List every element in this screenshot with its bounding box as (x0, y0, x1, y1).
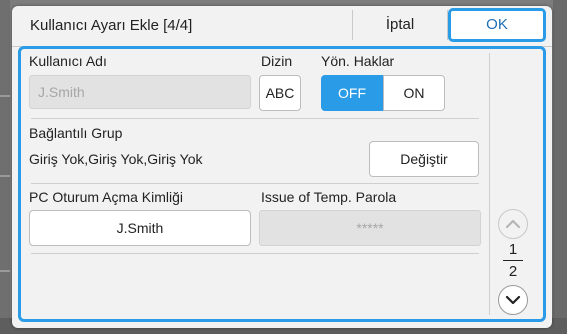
scroll-up-button[interactable] (498, 209, 528, 239)
background-marker (0, 175, 10, 177)
background-marker (0, 270, 10, 272)
chevron-down-icon (505, 295, 521, 305)
admin-rights-label: Yön. Haklar (321, 53, 395, 69)
section-divider (31, 183, 479, 184)
total-page-number: 2 (508, 263, 518, 280)
background-panel-right (553, 0, 567, 334)
temp-password-value: ***** (356, 220, 384, 236)
dialog-title-bar: Kullanıcı Ayarı Ekle [4/4] İptal OK (12, 6, 552, 47)
scroll-column-separator (489, 53, 490, 315)
dialog-title: Kullanıcı Ayarı Ekle [4/4] (30, 17, 193, 34)
user-name-label: Kullanıcı Adı (29, 53, 107, 69)
add-user-dialog: Kullanıcı Ayarı Ekle [4/4] İptal OK Kull… (12, 6, 552, 328)
pc-login-id-button[interactable]: J.Smith (29, 210, 251, 246)
settings-panel: Kullanıcı Adı J.Smith Dizin ABC Yön. Hak… (18, 46, 546, 322)
user-name-placeholder: J.Smith (38, 84, 85, 100)
admin-rights-off-button[interactable]: OFF (321, 75, 383, 111)
temp-password-field: ***** (259, 210, 481, 246)
page-fraction-bar (503, 260, 523, 261)
linked-group-label: Bağlantılı Grup (29, 125, 123, 141)
section-divider (31, 253, 479, 254)
ok-button[interactable]: OK (448, 8, 546, 42)
section-divider (31, 118, 479, 119)
change-group-button[interactable]: Değiştir (369, 141, 479, 177)
scroll-down-button[interactable] (498, 285, 528, 315)
pc-login-id-label: PC Oturum Açma Kimliği (29, 189, 184, 205)
temp-password-label: Issue of Temp. Parola (261, 189, 397, 205)
cancel-button[interactable]: İptal (352, 10, 448, 40)
background-marker (0, 95, 10, 97)
linked-group-value: Giriş Yok,Giriş Yok,Giriş Yok (29, 151, 203, 167)
admin-rights-on-button[interactable]: ON (383, 75, 445, 111)
directory-label: Dizin (261, 53, 293, 69)
current-page-number: 1 (508, 241, 518, 258)
user-name-field: J.Smith (29, 75, 251, 109)
directory-abc-button[interactable]: ABC (259, 75, 301, 111)
chevron-up-icon (505, 219, 521, 229)
background-panel-left (0, 0, 10, 334)
